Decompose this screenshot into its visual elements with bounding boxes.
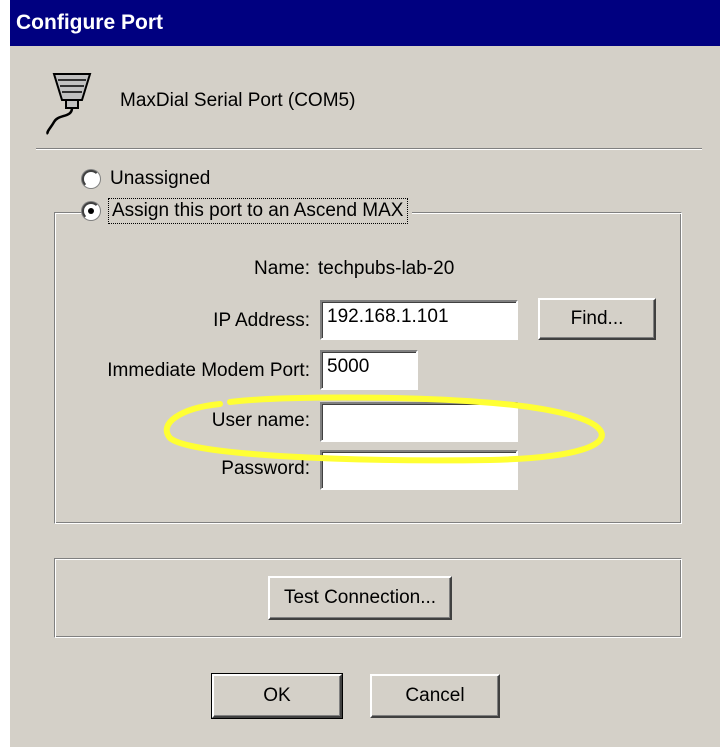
ip-address-input[interactable]: 192.168.1.101 [320, 300, 518, 340]
radio-button-selected[interactable] [82, 202, 100, 220]
assign-label: Assign this port to an Ascend MAX [108, 198, 408, 224]
window-title: Configure Port [16, 11, 163, 34]
name-value: techpubs-lab-20 [318, 258, 455, 279]
cancel-button[interactable]: Cancel [370, 674, 500, 718]
unassigned-label: Unassigned [110, 168, 211, 189]
password-label: Password: [221, 458, 310, 479]
title-bar: Configure Port [10, 0, 720, 46]
name-label: Name: [254, 258, 310, 279]
username-label: User name: [211, 410, 310, 431]
configure-port-dialog: Configure Port MaxDial Serial Port (COM5… [8, 0, 720, 747]
serial-port-icon [46, 73, 92, 135]
radio-dot-icon [88, 208, 94, 214]
find-button[interactable]: Find... [538, 298, 656, 340]
password-input[interactable] [320, 450, 518, 490]
ok-button[interactable]: OK [211, 673, 343, 719]
modem-port-input[interactable]: 5000 [320, 350, 418, 390]
username-input[interactable] [320, 402, 518, 442]
assign-radio[interactable]: Assign this port to an Ascend MAX [82, 198, 412, 224]
ip-address-label: IP Address: [213, 310, 310, 331]
port-name-label: MaxDial Serial Port (COM5) [120, 90, 356, 111]
unassigned-radio[interactable]: Unassigned [82, 168, 210, 190]
modem-port-label: Immediate Modem Port: [107, 360, 310, 381]
separator [36, 148, 702, 150]
radio-button-unselected[interactable] [82, 170, 100, 188]
test-connection-button[interactable]: Test Connection... [268, 576, 452, 620]
